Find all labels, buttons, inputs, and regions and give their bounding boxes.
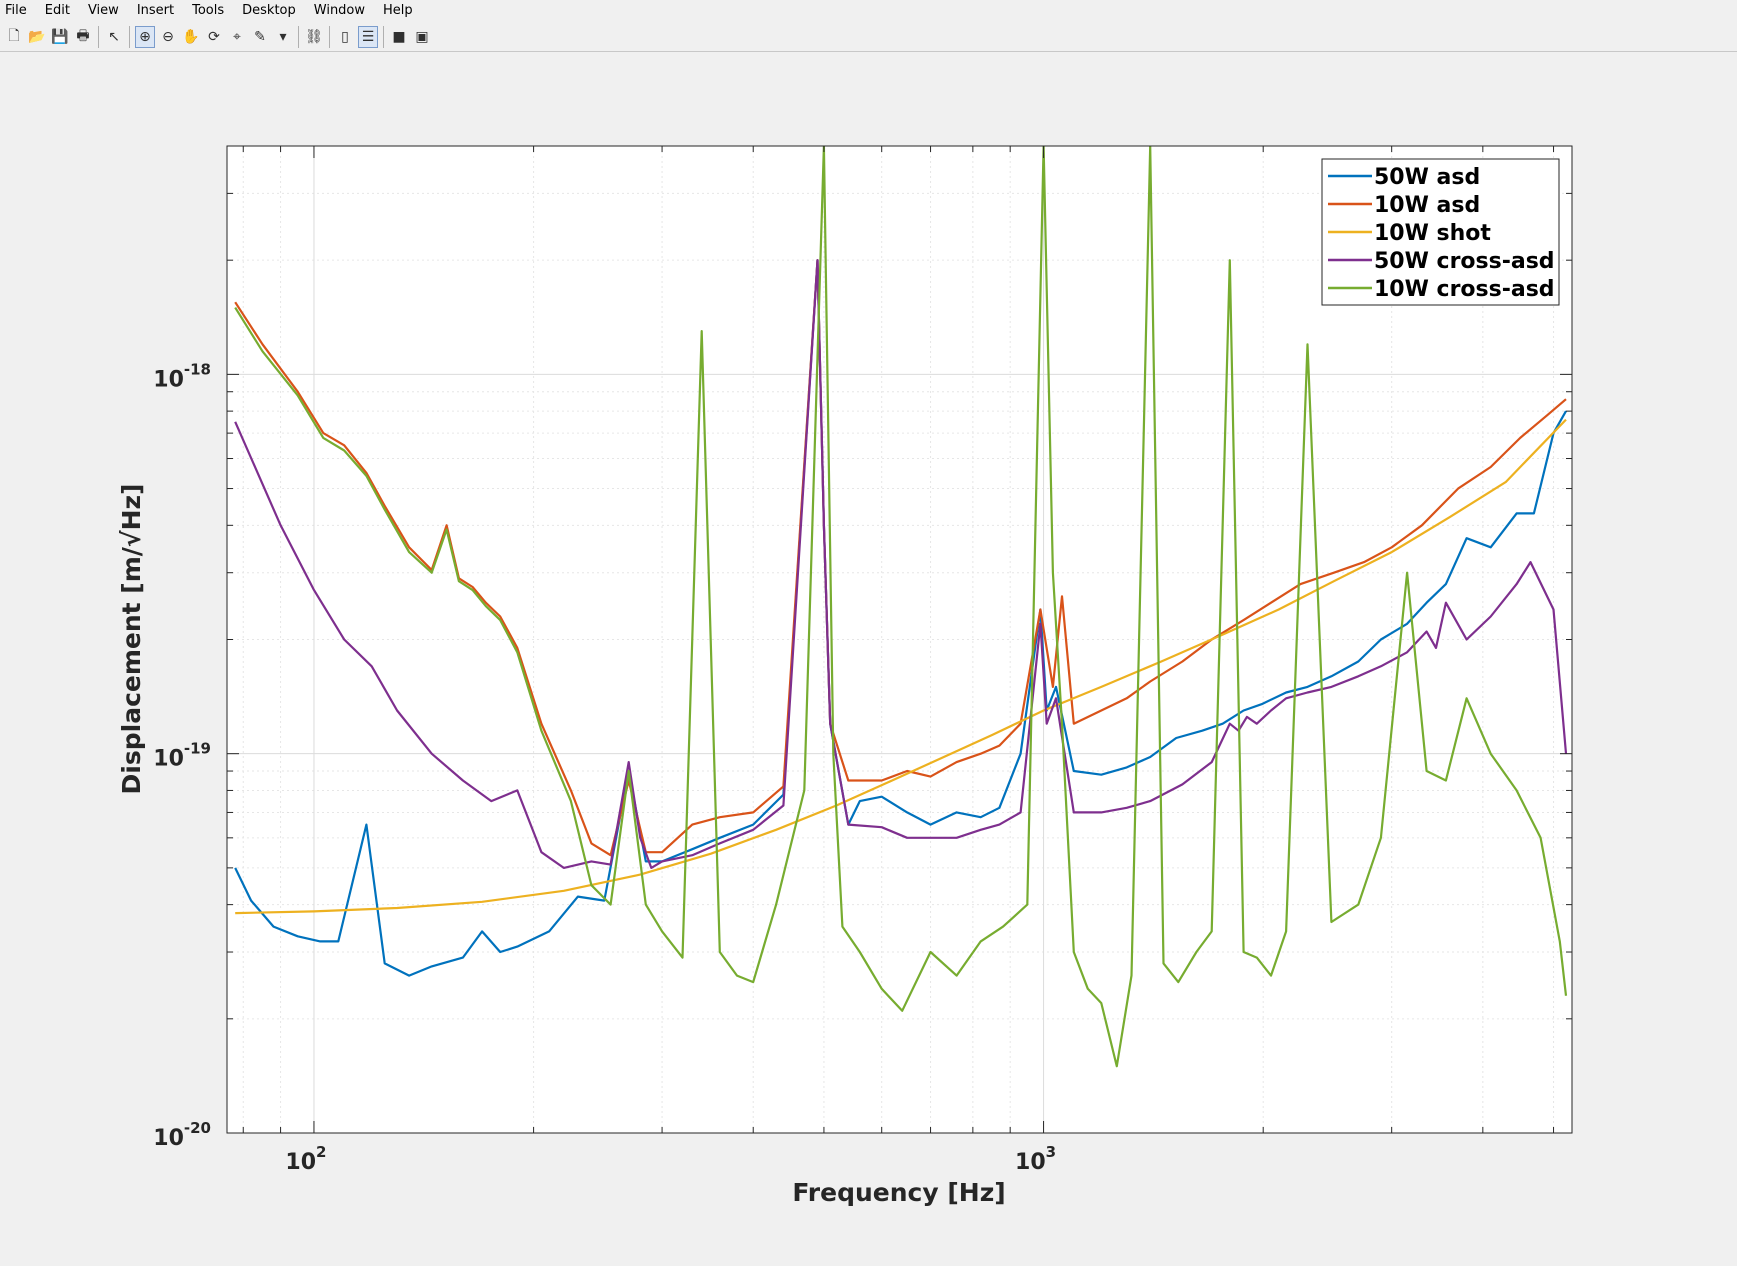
y-tick-label-base: 10 xyxy=(153,367,184,392)
y-tick-label-exponent: -18 xyxy=(184,360,211,378)
menu-file[interactable]: File xyxy=(0,0,36,22)
zoom-out-icon[interactable]: ⊖ xyxy=(158,26,178,48)
y-tick-label-base: 10 xyxy=(153,747,184,772)
legend-label-10w-asd: 10W asd xyxy=(1374,193,1480,218)
menu-bar: File Edit View Insert Tools Desktop Wind… xyxy=(0,0,1737,22)
menu-window[interactable]: Window xyxy=(305,0,374,22)
link-plot-icon[interactable]: ⛓ xyxy=(304,26,324,48)
legend-label-10w-shot: 10W shot xyxy=(1374,221,1491,246)
toolbar-separator xyxy=(98,25,99,48)
x-tick-label-base: 10 xyxy=(285,1150,316,1175)
legend-label-10w-cross-asd: 10W cross-asd xyxy=(1374,277,1555,302)
rotate-3d-icon[interactable]: ⟳ xyxy=(204,26,224,48)
toolbar-separator xyxy=(129,25,130,48)
toolbar-separator xyxy=(298,25,299,48)
menu-tools[interactable]: Tools xyxy=(183,0,233,22)
x-axis-label: Frequency [Hz] xyxy=(792,1178,1005,1207)
legend[interactable]: 50W asd 10W asd 10W shot 50W cross-asd 10W c… xyxy=(1321,158,1560,306)
toolbar-separator xyxy=(383,25,384,48)
legend-icon[interactable]: ☰ xyxy=(358,25,378,48)
pointer-icon[interactable]: ↖ xyxy=(104,26,124,48)
x-tick-label-exponent: 3 xyxy=(1046,1143,1056,1161)
brush-icon[interactable]: ✎ xyxy=(250,26,270,48)
zoom-in-icon[interactable]: ⊕ xyxy=(135,25,155,48)
hide-plot-tools-icon[interactable]: ■ xyxy=(389,26,409,48)
menu-desktop[interactable]: Desktop xyxy=(233,0,305,22)
menu-edit[interactable]: Edit xyxy=(36,0,79,22)
toolbar-separator xyxy=(329,25,330,48)
x-tick-label-base: 10 xyxy=(1015,1150,1046,1175)
legend-label-50w-asd: 50W asd xyxy=(1374,165,1480,190)
menu-view[interactable]: View xyxy=(79,0,128,22)
colorbar-icon[interactable]: ▯ xyxy=(335,26,355,48)
menu-insert[interactable]: Insert xyxy=(128,0,183,22)
legend-label-50w-cross-asd: 50W cross-asd xyxy=(1374,249,1555,274)
show-plot-tools-icon[interactable]: ▣ xyxy=(412,26,432,48)
figure-toolbar: 🗋 📂 💾 🖶 ↖ ⊕ ⊖ ✋ ⟳ ⌖ ✎ ▾ ⛓ ▯ ☰ ■ ▣ xyxy=(0,22,1737,52)
x-tick-label-exponent: 2 xyxy=(316,1143,326,1161)
y-tick-label-exponent: -20 xyxy=(184,1119,211,1137)
open-file-icon[interactable]: 📂 xyxy=(27,26,47,48)
pan-icon[interactable]: ✋ xyxy=(181,26,201,48)
print-icon[interactable]: 🖶 xyxy=(73,26,93,48)
dropdown-arrow-icon[interactable]: ▾ xyxy=(273,26,293,48)
figure-canvas: 10-2010-1910-18102 103 Frequency [Hz] Dis… xyxy=(0,53,1737,1266)
new-figure-icon[interactable]: 🗋 xyxy=(4,26,24,48)
y-axis-label: Displacement [m/√Hz] xyxy=(117,484,146,795)
y-tick-label-base: 10 xyxy=(153,1126,184,1151)
menu-help[interactable]: Help xyxy=(374,0,422,22)
data-cursor-icon[interactable]: ⌖ xyxy=(227,26,247,48)
y-tick-label-exponent: -19 xyxy=(184,740,211,758)
save-icon[interactable]: 💾 xyxy=(50,26,70,48)
